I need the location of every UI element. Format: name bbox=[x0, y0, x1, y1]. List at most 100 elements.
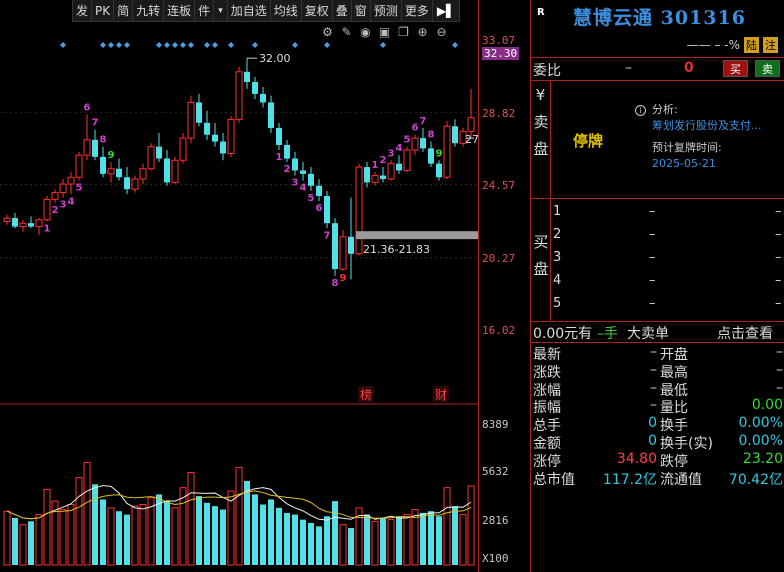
volume-bar bbox=[204, 502, 210, 565]
kline-chart-area[interactable]: 1 2 3 4 5 6 7 8 9 1 2 3 4 5 6 7 8 9 1 2 3 4 5 6 7 8 9 32.00 21.36-21… bbox=[0, 0, 530, 572]
candle-body bbox=[116, 168, 122, 178]
stat-value: – bbox=[776, 344, 783, 360]
stat-value: 34.80 bbox=[616, 450, 657, 467]
toolbar-item[interactable]: 窗 bbox=[352, 0, 371, 22]
volume-bar bbox=[380, 517, 386, 565]
info-icon[interactable]: i bbox=[635, 105, 646, 116]
sell-orderbook: ¥ 卖 盘 停牌 i 分析: 筹划发行股份及支付... 预计复牌时间: 2025-… bbox=[531, 80, 784, 198]
toolbar-item[interactable]: 复权 bbox=[302, 0, 333, 22]
candle-body bbox=[51, 192, 59, 200]
toolbar-item[interactable]: 发 bbox=[73, 0, 93, 22]
buy-level-d1: – bbox=[649, 296, 656, 311]
buy-orderbook: 买 盘 1 – – 2 – – 3 – – 4 – – 5 – – bbox=[531, 199, 784, 321]
candle-body bbox=[316, 185, 322, 196]
signal-diamond-icon bbox=[252, 42, 258, 48]
volume-bar bbox=[35, 514, 43, 566]
expand-arrow-icon[interactable]: ▶▌ bbox=[433, 0, 461, 22]
candle-body bbox=[196, 102, 202, 123]
toolbar-item[interactable]: 连板 bbox=[164, 0, 196, 22]
buy-level-d1: – bbox=[649, 227, 656, 242]
toolbar-item[interactable]: 简 bbox=[114, 0, 134, 22]
candle-body bbox=[355, 166, 363, 255]
buy-level-n: 3 bbox=[553, 250, 562, 265]
stat-value: 23.20 bbox=[742, 450, 783, 467]
sequence-count-label: 8 bbox=[332, 278, 339, 289]
tag-lu[interactable]: 陆 bbox=[744, 37, 759, 53]
zoom-in-icon[interactable]: ⊕ bbox=[415, 25, 430, 40]
toolbar-item[interactable]: 九转 bbox=[133, 0, 165, 22]
stat-value: – bbox=[650, 361, 657, 378]
zoom-out-icon[interactable]: ⊖ bbox=[434, 25, 449, 40]
current-price-label: 27 bbox=[465, 133, 478, 146]
volume-bar bbox=[252, 494, 258, 565]
analysis-text[interactable]: 筹划发行股份及支付... bbox=[652, 118, 762, 134]
candle-body bbox=[164, 158, 170, 183]
volume-axis-label: 2816 bbox=[482, 514, 509, 527]
volume-bar bbox=[348, 528, 354, 565]
stat-value: 70.42亿 bbox=[728, 471, 783, 488]
buy-level-row: 5 – – bbox=[553, 296, 783, 318]
candle-body bbox=[179, 137, 187, 161]
sell-button[interactable]: 卖 bbox=[755, 60, 780, 77]
buy-level-n: 2 bbox=[553, 227, 562, 242]
volume-bar bbox=[107, 507, 115, 566]
buy-level-d1: – bbox=[649, 204, 656, 219]
pen-icon[interactable]: ✎ bbox=[339, 25, 354, 40]
weibi-label: 委比 bbox=[533, 63, 561, 79]
sequence-count-label: 5 bbox=[308, 193, 315, 204]
toolbar-item[interactable]: 加自选 bbox=[228, 0, 271, 22]
tag-zhu[interactable]: 注 bbox=[763, 37, 778, 53]
toolbar-item[interactable]: 更多 bbox=[402, 0, 433, 22]
sequence-count-label: 3 bbox=[388, 148, 395, 159]
toolbar-item[interactable]: 均线 bbox=[271, 0, 302, 22]
price-axis-label: 32.30 bbox=[482, 47, 520, 60]
stat-value: 0 bbox=[648, 415, 657, 432]
volume-bar bbox=[420, 512, 426, 565]
signal-diamond-icon bbox=[180, 42, 186, 48]
candle-body bbox=[292, 158, 298, 171]
resume-date: 2025-05-21 bbox=[652, 157, 716, 170]
candle-body bbox=[284, 144, 290, 159]
summary-row: 0.00元有 –手 大卖单 点击查看 bbox=[531, 322, 784, 342]
toolbar-item[interactable]: PK bbox=[92, 0, 115, 22]
buy-level-row: 4 – – bbox=[553, 273, 783, 295]
stat-row: 金额 0 换手(实) 0.00% bbox=[531, 433, 784, 452]
volume-bar bbox=[75, 477, 83, 566]
stat-row: 涨跌 – 最高 – bbox=[531, 361, 784, 381]
volume-bar bbox=[100, 499, 106, 565]
volume-bar bbox=[220, 509, 226, 565]
stat-value: 0.00 bbox=[751, 397, 783, 414]
candle-body bbox=[124, 177, 130, 190]
chart-toolbar: 发 PK 简九转 连板件 ▾ 加自选 均线 复权叠窗预测 更多 ▶▌ bbox=[72, 0, 461, 22]
chevron-down-icon[interactable]: ▾ bbox=[214, 0, 228, 22]
volume-bar bbox=[308, 522, 314, 565]
buy-level-row: 1 – – bbox=[553, 204, 783, 226]
volume-bar bbox=[124, 514, 130, 565]
candle-body bbox=[387, 163, 395, 180]
candle-body bbox=[332, 223, 338, 270]
toolbar-item[interactable]: 件 bbox=[195, 0, 215, 22]
gear-icon[interactable]: ⚙ bbox=[320, 25, 335, 40]
volume-bar bbox=[187, 472, 195, 566]
buy-button[interactable]: 买 bbox=[723, 60, 748, 77]
high-price-label: 32.00 bbox=[259, 52, 291, 65]
stock-title[interactable]: 慧博云通 301316 bbox=[573, 3, 746, 30]
sequence-count-label: 9 bbox=[340, 273, 347, 284]
toolbar-item[interactable]: 叠 bbox=[333, 0, 352, 22]
quote-placeholder: —— – -% bbox=[686, 38, 740, 52]
lock-icon[interactable]: ▣ bbox=[377, 25, 392, 40]
toolbar-item[interactable]: 预测 bbox=[371, 0, 402, 22]
candle-body bbox=[364, 167, 370, 183]
sequence-count-label: 4 bbox=[68, 196, 75, 207]
candle-body bbox=[75, 154, 83, 178]
volume-bar bbox=[292, 514, 298, 565]
volume-bar bbox=[131, 505, 139, 566]
analysis-block: i 分析: 筹划发行股份及支付... 预计复牌时间: 2025-05-21 bbox=[635, 102, 762, 172]
volume-bar bbox=[268, 499, 274, 565]
candlestick-chart[interactable]: 12 3 456789 123 45678 91 23 45678932.0021.36-21… bbox=[0, 0, 478, 572]
volume-bar bbox=[59, 509, 67, 566]
view-details-link[interactable]: 点击查看 bbox=[717, 323, 773, 343]
copy-icon[interactable]: ❐ bbox=[396, 25, 411, 40]
sequence-count-label: 4 bbox=[396, 143, 403, 154]
eye-icon[interactable]: ◉ bbox=[358, 25, 373, 40]
